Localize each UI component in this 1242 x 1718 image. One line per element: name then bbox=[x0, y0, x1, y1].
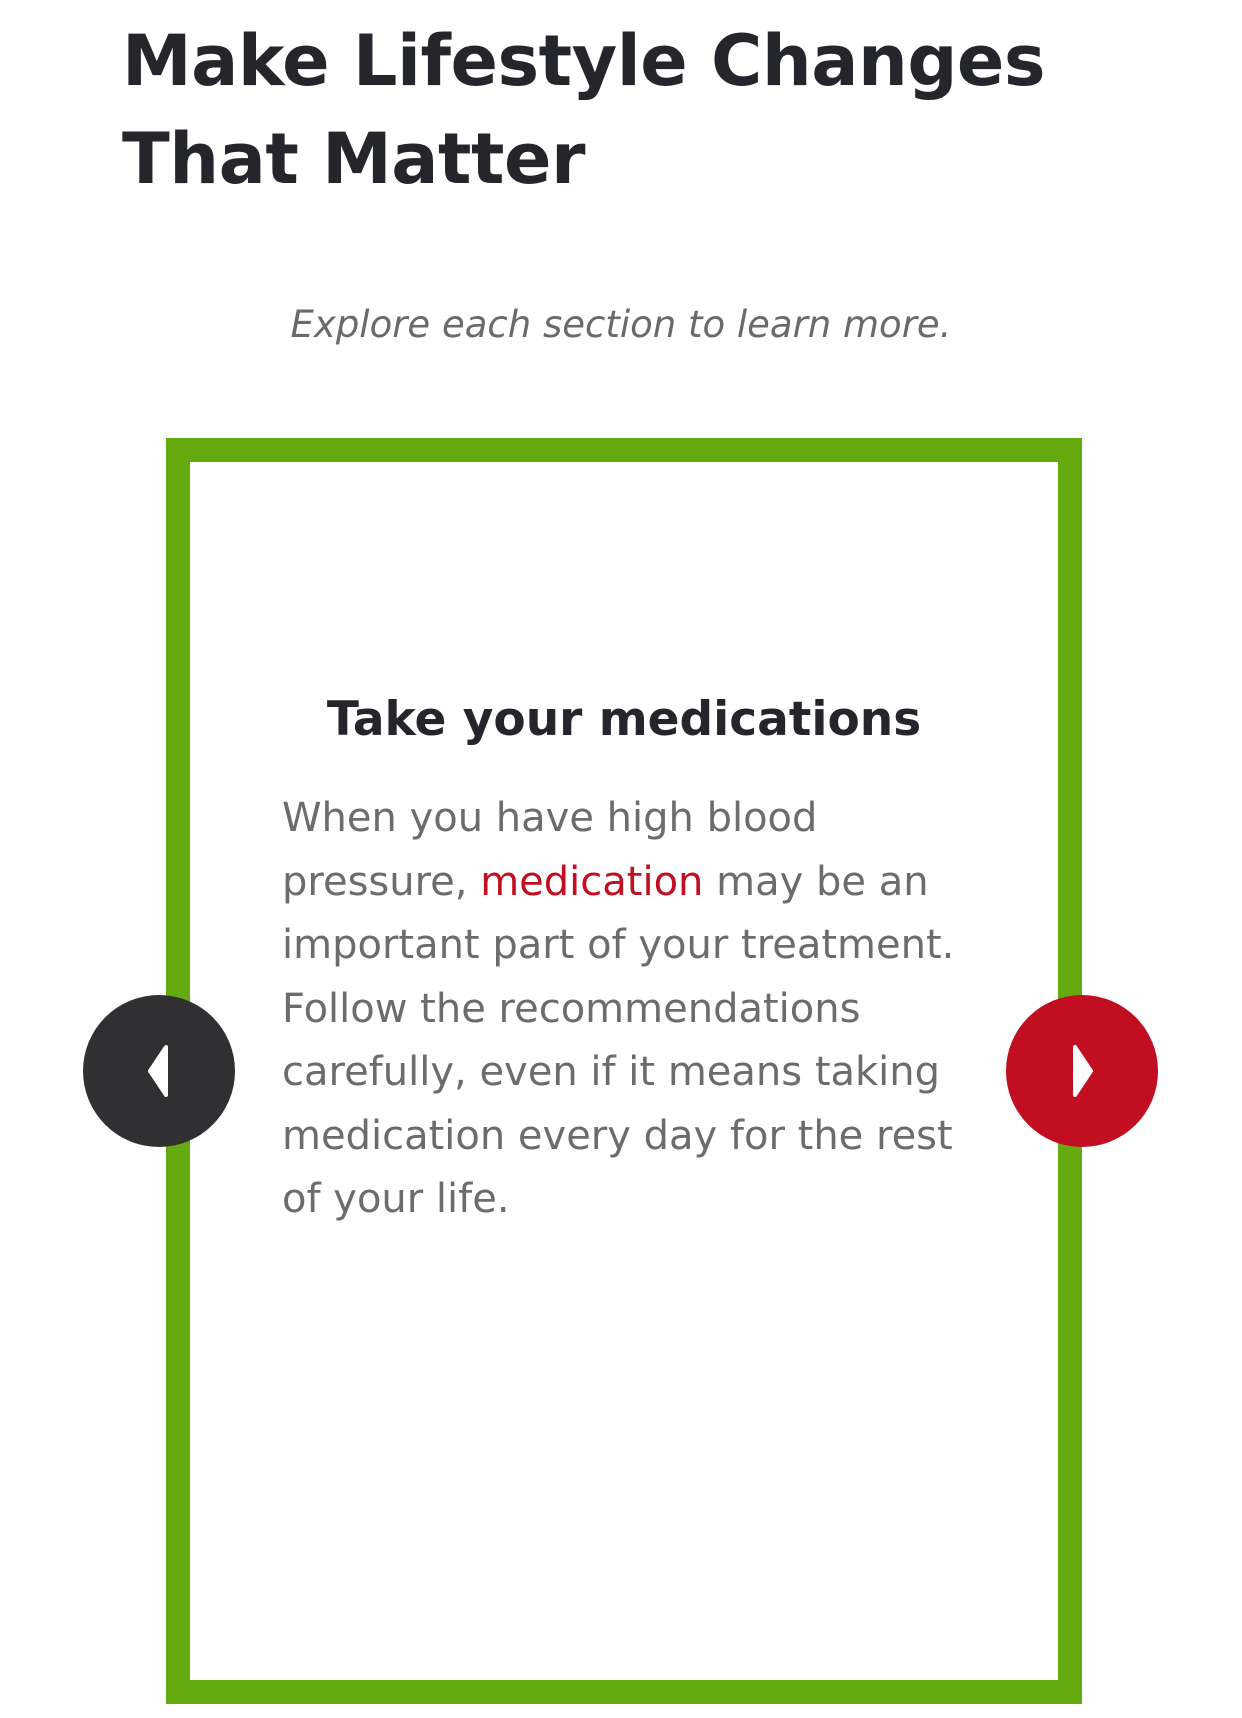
card-title: Take your medications bbox=[326, 692, 922, 747]
chevron-right-icon bbox=[1073, 1045, 1093, 1097]
previous-slide-button[interactable] bbox=[83, 995, 235, 1147]
next-slide-button[interactable] bbox=[1006, 995, 1158, 1147]
card-body-text-end: may be an important part of your treatme… bbox=[282, 858, 955, 1223]
chevron-left-icon bbox=[148, 1045, 168, 1097]
medication-link[interactable]: medication bbox=[480, 859, 703, 905]
lifestyle-carousel: Take your medications When you have high… bbox=[0, 0, 1242, 1718]
card-body: When you have high blood pressure, medic… bbox=[282, 787, 1002, 1232]
carousel-card: Take your medications When you have high… bbox=[166, 438, 1082, 1704]
